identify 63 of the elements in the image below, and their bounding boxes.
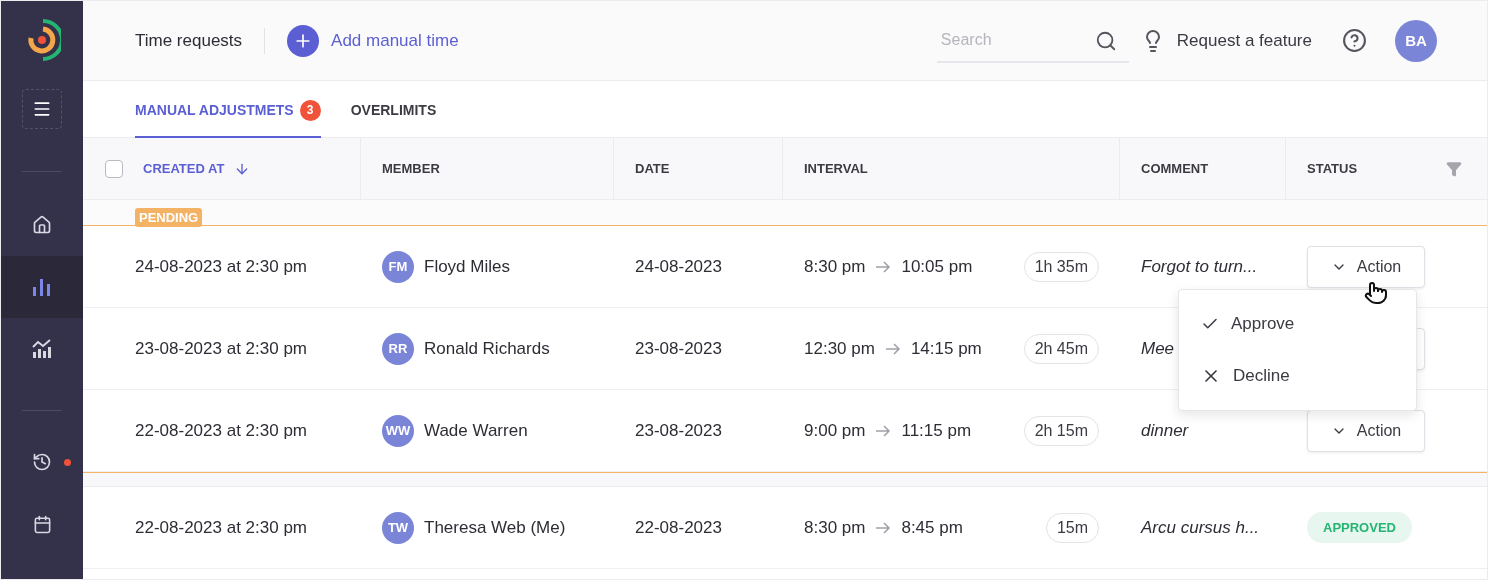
comment-text: dinner [1141, 420, 1189, 441]
table-cell: 23-08-2023 at 2:30 pm [135, 338, 307, 359]
table-cell: 23-08-2023 [635, 420, 722, 441]
table-cell: 22-08-2023 at 2:30 pm [135, 517, 307, 538]
table-cell: 24-08-2023 [635, 256, 722, 277]
table-cell: 22-08-2023 at 2:30 pm [135, 420, 307, 441]
home-icon [32, 215, 52, 235]
search-field[interactable]: Search [936, 18, 1129, 63]
menu-item[interactable]: Decline [1179, 350, 1416, 402]
request-feature-link[interactable]: Request a feature [1140, 28, 1312, 53]
count-badge: 3 [299, 99, 321, 121]
column-header[interactable]: STATUS [1307, 161, 1358, 176]
member-avatar: RR [382, 332, 414, 365]
end-time: 11:15 pm [901, 420, 972, 441]
bar-chart-icon [31, 276, 53, 298]
column-header[interactable]: COMMENT [1141, 161, 1209, 176]
table-cell: 22-08-2023 [635, 517, 722, 538]
add-manual-time-button[interactable]: Add manual time [287, 24, 459, 57]
status-badge: APPROVED [1307, 512, 1412, 543]
calendar-icon [32, 514, 52, 534]
arrow-right-icon [875, 424, 892, 437]
table-cell: 24-08-2023 at 2:30 pm [135, 256, 307, 277]
member-name: Wade Warren [424, 420, 528, 441]
column-header[interactable]: MEMBER [382, 161, 440, 176]
end-time: 8:45 pm [901, 517, 963, 538]
comment-text: Forgot to turn... [1141, 256, 1258, 277]
comment-text: Arcu cursus h... [1141, 517, 1260, 538]
menu-button[interactable] [22, 89, 62, 129]
filter-icon[interactable] [1446, 160, 1462, 177]
column-header[interactable]: DATE [635, 161, 670, 176]
chart-icon [31, 338, 53, 360]
action-button[interactable]: Action [1307, 245, 1425, 288]
tab[interactable]: OVERLIMITS [350, 81, 437, 139]
action-button[interactable]: Action [1307, 409, 1425, 452]
comment-text: Mee [1141, 338, 1175, 359]
arrow-right-icon [875, 260, 892, 273]
column-header[interactable]: INTERVAL [804, 161, 868, 176]
status-badge: PENDING [135, 208, 203, 227]
menu-item[interactable]: Approve [1179, 298, 1416, 350]
column-header[interactable]: CREATED AT [143, 161, 225, 176]
member-name: Theresa Web (Me) [424, 517, 566, 538]
start-time: 8:30 pm [804, 517, 866, 538]
start-time: 12:30 pm [804, 338, 875, 359]
history-icon [32, 452, 52, 472]
table-cell: 23-08-2023 [635, 338, 722, 359]
arrow-right-icon [884, 342, 901, 355]
search-icon [1094, 29, 1117, 52]
start-time: 8:30 pm [804, 256, 866, 277]
help-button[interactable] [1342, 28, 1367, 53]
menu-icon [32, 99, 52, 119]
member-avatar: TW [382, 511, 414, 544]
end-time: 10:05 pm [901, 256, 973, 277]
member-name: Ronald Richards [424, 338, 550, 359]
help-icon [1342, 28, 1367, 53]
member-avatar: WW [382, 414, 414, 447]
member-avatar: FM [382, 250, 414, 283]
select-all-checkbox[interactable] [105, 159, 123, 178]
arrow-right-icon [875, 521, 892, 534]
member-name: Floyd Miles [424, 256, 510, 277]
end-time: 14:15 pm [910, 338, 982, 359]
start-time: 9:00 pm [804, 420, 866, 441]
sidebar-item[interactable] [1, 256, 83, 318]
page-title: Time requests [135, 27, 266, 54]
